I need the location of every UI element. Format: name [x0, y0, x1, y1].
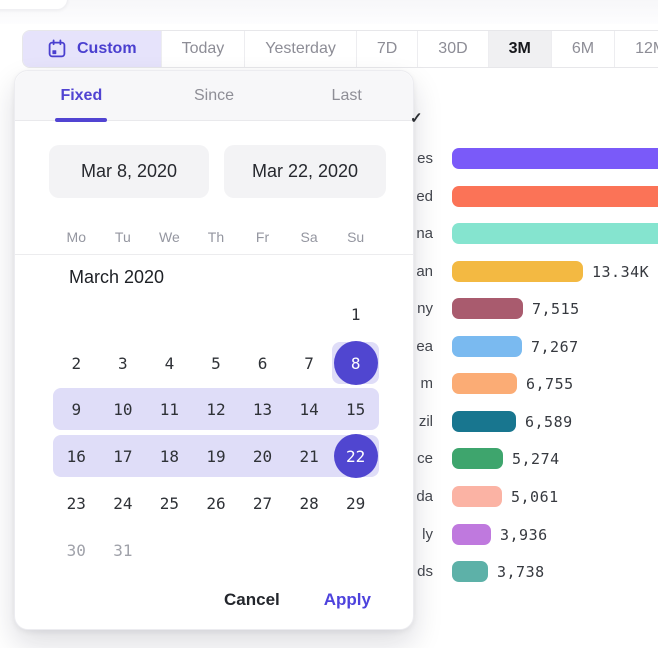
selected-day-circle: 22 — [334, 434, 378, 478]
tab-since[interactable]: Since — [148, 71, 281, 120]
day-24[interactable]: 24 — [100, 482, 147, 524]
day-empty — [239, 529, 286, 571]
apply-button[interactable]: Apply — [324, 590, 371, 610]
day-13[interactable]: 13 — [239, 388, 286, 430]
day-empty — [286, 293, 333, 335]
day-27[interactable]: 27 — [239, 482, 286, 524]
calendar-divider — [15, 254, 413, 255]
day-20[interactable]: 20 — [239, 435, 286, 477]
weekday-we: We — [146, 226, 193, 248]
chart-row-value: 3,936 — [500, 524, 548, 545]
date-picker-popup: FixedSinceLast Mar 8, 2020 Mar 22, 2020 … — [14, 70, 414, 630]
day-31[interactable]: 31 — [100, 529, 147, 571]
chart-row-value: 5,061 — [511, 486, 559, 507]
chart-row-bar — [452, 448, 503, 469]
chart-row-value: 3,738 — [497, 561, 545, 582]
start-date-value: Mar 8, 2020 — [81, 161, 177, 182]
check-icon: ✓ — [410, 109, 423, 127]
chart-row-bar — [452, 223, 658, 244]
day-empty — [239, 293, 286, 335]
chart-row-value: 7,267 — [531, 336, 579, 357]
chart-row-bar — [452, 148, 658, 169]
chart-row-bar — [452, 261, 583, 282]
day-18[interactable]: 18 — [146, 435, 193, 477]
chart-row-value: 13.34K — [592, 261, 649, 282]
day-empty — [100, 293, 147, 335]
weekday-su: Su — [332, 226, 379, 248]
weekday-th: Th — [193, 226, 240, 248]
day-6[interactable]: 6 — [239, 342, 286, 384]
chart-row-value: 5,274 — [512, 448, 560, 469]
end-date-input[interactable]: Mar 22, 2020 — [224, 145, 386, 198]
chart-row-value: 6,755 — [526, 373, 574, 394]
chart-row-bar — [452, 411, 516, 432]
day-9[interactable]: 9 — [53, 388, 100, 430]
day-26[interactable]: 26 — [193, 482, 240, 524]
chart-row-bar — [452, 373, 517, 394]
chart-row-bar — [452, 336, 522, 357]
chart-row-bar — [452, 298, 523, 319]
popup-actions: Cancel Apply — [15, 585, 371, 615]
day-17[interactable]: 17 — [100, 435, 147, 477]
picker-tabs: FixedSinceLast — [15, 71, 413, 121]
day-5[interactable]: 5 — [193, 342, 240, 384]
day-23[interactable]: 23 — [53, 482, 100, 524]
day-empty — [146, 293, 193, 335]
day-11[interactable]: 11 — [146, 388, 193, 430]
day-29[interactable]: 29 — [332, 482, 379, 524]
weekday-sa: Sa — [286, 226, 333, 248]
day-14[interactable]: 14 — [286, 388, 333, 430]
day-empty — [332, 529, 379, 571]
day-22[interactable]: 22 — [332, 435, 379, 477]
day-3[interactable]: 3 — [100, 342, 147, 384]
day-empty — [286, 529, 333, 571]
calendar-week-5: 23242526272829 — [53, 482, 379, 524]
day-21[interactable]: 21 — [286, 435, 333, 477]
start-date-input[interactable]: Mar 8, 2020 — [49, 145, 209, 198]
calendar-week-3: 9101112131415 — [53, 388, 379, 430]
day-30[interactable]: 30 — [53, 529, 100, 571]
day-16[interactable]: 16 — [53, 435, 100, 477]
day-1[interactable]: 1 — [332, 293, 379, 335]
weekday-fr: Fr — [239, 226, 286, 248]
day-19[interactable]: 19 — [193, 435, 240, 477]
day-empty — [193, 529, 240, 571]
day-10[interactable]: 10 — [100, 388, 147, 430]
chart-row-value: 6,589 — [525, 411, 573, 432]
day-15[interactable]: 15 — [332, 388, 379, 430]
day-25[interactable]: 25 — [146, 482, 193, 524]
day-4[interactable]: 4 — [146, 342, 193, 384]
calendar-week-2: 2345678 — [53, 342, 379, 384]
day-empty — [193, 293, 240, 335]
weekday-mo: Mo — [53, 226, 100, 248]
day-12[interactable]: 12 — [193, 388, 240, 430]
tab-last[interactable]: Last — [280, 71, 413, 120]
day-7[interactable]: 7 — [286, 342, 333, 384]
chart-row-bar — [452, 186, 658, 207]
weekday-tu: Tu — [100, 226, 147, 248]
calendar-week-4: 16171819202122 — [53, 435, 379, 477]
calendar-week-1: 1 — [53, 293, 379, 335]
calendar-week-6: 3031 — [53, 529, 379, 571]
day-8[interactable]: 8 — [332, 342, 379, 384]
day-2[interactable]: 2 — [53, 342, 100, 384]
cancel-button[interactable]: Cancel — [224, 590, 280, 610]
chart-row-bar — [452, 524, 491, 545]
weekday-header: MoTuWeThFrSaSu — [53, 226, 379, 248]
month-title: March 2020 — [69, 267, 164, 288]
chart-row-bar — [452, 486, 502, 507]
day-empty — [146, 529, 193, 571]
day-empty — [53, 293, 100, 335]
selected-day-circle: 8 — [334, 341, 378, 385]
chart-row-bar — [452, 561, 488, 582]
tab-fixed[interactable]: Fixed — [15, 71, 148, 120]
chart-row-value: 7,515 — [532, 298, 580, 319]
end-date-value: Mar 22, 2020 — [252, 161, 358, 182]
day-28[interactable]: 28 — [286, 482, 333, 524]
active-tab-underline — [55, 118, 107, 122]
